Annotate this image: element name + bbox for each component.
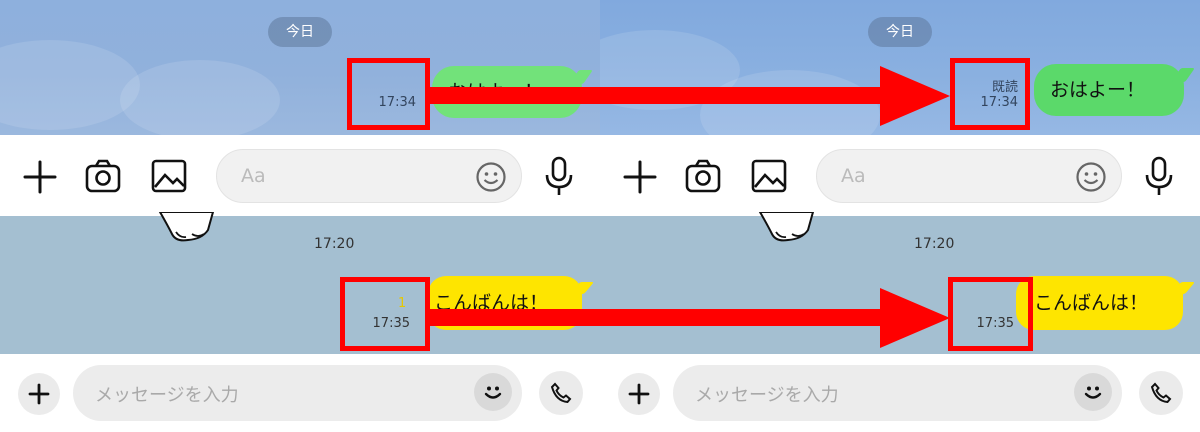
red-arrow-shaft [430,87,886,104]
plus-icon[interactable] [22,159,58,195]
message-time: 17:20 [914,236,955,252]
input-placeholder: メッセージを入力 [95,385,239,406]
date-separator: 今日 [268,17,332,47]
message-text: おはよー！ [1050,79,1146,101]
plus-icon[interactable] [622,159,658,195]
date-separator: 今日 [868,17,932,47]
call-icon [550,382,572,404]
plus-button[interactable] [618,373,660,415]
emoji-icon[interactable] [1075,161,1107,193]
kakao-input-bar: メッセージを入力 [0,354,600,432]
background-cloud [0,40,140,130]
red-arrow-shaft [430,309,886,326]
call-button[interactable] [1139,371,1183,415]
sticker-character [758,212,815,242]
plus-icon [28,383,50,405]
image-icon[interactable] [750,157,788,195]
kakao-message-bubble[interactable]: こんばんは！ [1016,276,1183,330]
input-placeholder: Aa [241,165,266,187]
image-icon[interactable] [150,157,188,195]
red-arrow-head [880,66,950,126]
line-message-bubble[interactable]: おはよー！ [1034,64,1184,116]
kakao-chat-area: 17:20 こんばんは！ 1 17:35 [0,212,600,354]
message-time: 17:20 [314,236,355,252]
background-cloud [120,60,280,140]
red-arrow-head [880,288,950,348]
microphone-icon[interactable] [1143,155,1175,197]
emoji-icon[interactable] [475,161,507,193]
call-icon [1150,382,1172,404]
camera-icon[interactable] [84,157,122,195]
kakao-input-bar: メッセージを入力 [600,354,1200,432]
microphone-icon[interactable] [543,155,575,197]
line-input-bar: Aa [0,135,600,216]
left-panel-before: 今日 おはよー！ 17:34 Aa 17:20 こんばんは！ 1 17:35 メ… [0,0,600,432]
message-input[interactable]: メッセージを入力 [73,365,522,421]
highlight-box [340,277,430,351]
camera-icon[interactable] [684,157,722,195]
highlight-box [948,277,1033,351]
emoji-icon [484,386,502,399]
message-input[interactable]: Aa [216,149,522,203]
message-text: こんばんは！ [1034,292,1149,314]
highlight-box [347,58,430,130]
plus-icon [628,383,650,405]
line-input-bar: Aa [600,135,1200,216]
message-input[interactable]: Aa [816,149,1122,203]
emoji-button[interactable] [474,373,512,411]
emoji-button[interactable] [1074,373,1112,411]
right-panel-after: 今日 おはよー！ 既読 17:34 Aa 17:20 こんばんは！ 17:35 … [600,0,1200,432]
plus-button[interactable] [18,373,60,415]
line-chat-area: 今日 おはよー！ 17:34 [0,0,600,140]
input-placeholder: Aa [841,165,866,187]
sticker-character [158,212,215,242]
call-button[interactable] [539,371,583,415]
message-input[interactable]: メッセージを入力 [673,365,1122,421]
emoji-icon [1084,386,1102,399]
input-placeholder: メッセージを入力 [695,385,839,406]
highlight-box [950,58,1030,130]
